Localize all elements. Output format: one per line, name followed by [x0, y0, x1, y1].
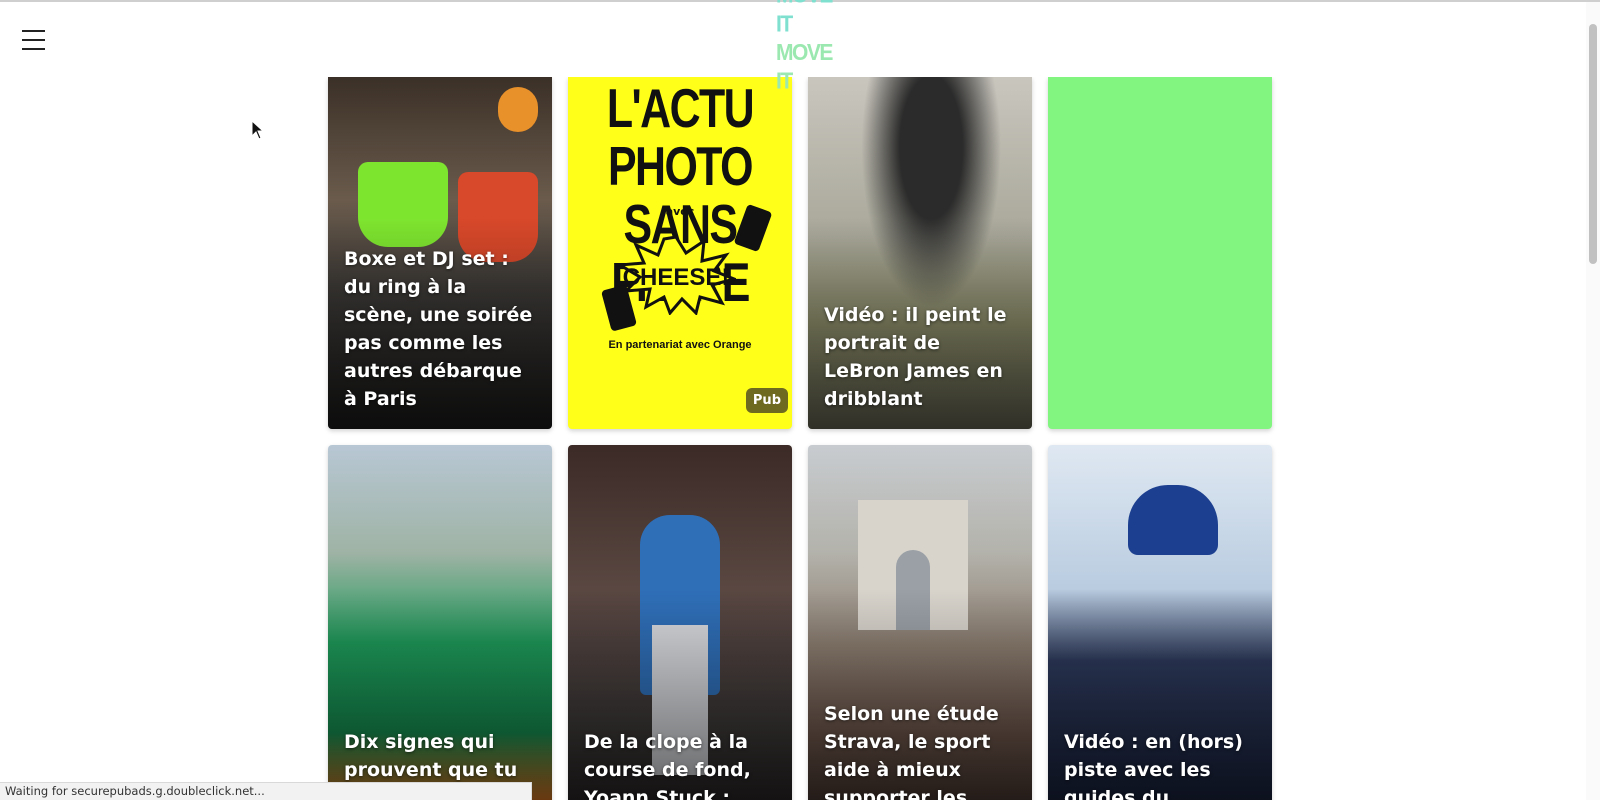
menu-icon[interactable]	[22, 30, 45, 50]
beanie-image	[1128, 485, 1218, 555]
boxing-glove-image	[498, 87, 538, 132]
article-card-freeride[interactable]: Vidéo : en (hors) piste avec les guides …	[1048, 445, 1272, 800]
ad-badge: Pub	[745, 388, 788, 413]
ad-placeholder-card[interactable]	[1048, 77, 1272, 429]
article-card-title: Vidéo : en (hors) piste avec les guides …	[1064, 731, 1243, 800]
article-card-title: Boxe et DJ set : du ring à la scène, une…	[344, 248, 533, 410]
ad-partner-text: En partenariat avec Orange	[608, 339, 752, 351]
article-card-boxe[interactable]: Boxe et DJ set : du ring à la scène, une…	[328, 77, 552, 429]
article-card-dix-signes[interactable]: Dix signes qui prouvent que tu as	[328, 445, 552, 800]
article-card-yoann-stuck[interactable]: De la clope à la course de fond, Yoann S…	[568, 445, 792, 800]
scrollbar-thumb[interactable]	[1589, 24, 1597, 264]
logo-text-line2: MOVE IT	[776, 40, 833, 94]
article-card-strava[interactable]: Selon une étude Strava, le sport aide à …	[808, 445, 1032, 800]
article-card-title: Vidéo : il peint le portrait de LeBron J…	[824, 304, 1007, 410]
mouse-cursor-icon	[251, 120, 265, 140]
article-card-lebron[interactable]: Vidéo : il peint le portrait de LeBron J…	[808, 77, 1032, 429]
site-header: MOVE IT MOVE IT	[0, 0, 1600, 94]
article-card-title: De la clope à la course de fond, Yoann S…	[584, 731, 751, 800]
ad-brand-text: CHEESE!	[623, 264, 730, 291]
logo-text-line1: MOVE IT	[776, 0, 833, 37]
site-logo[interactable]: MOVE IT MOVE IT	[776, 0, 833, 94]
browser-status-bar: Waiting for securepubads.g.doubleclick.n…	[0, 782, 532, 800]
cheese-burst-logo: CHEESE!	[616, 235, 736, 315]
ad-card-cheese[interactable]: L'ACTU PHOTO SANS FILTRE avec CHEESE! En…	[568, 77, 792, 429]
vertical-scrollbar[interactable]	[1586, 2, 1600, 800]
article-card-title: Selon une étude Strava, le sport aide à …	[824, 703, 999, 800]
ad-headline-line1: L'ACTU PHOTO	[606, 77, 755, 197]
